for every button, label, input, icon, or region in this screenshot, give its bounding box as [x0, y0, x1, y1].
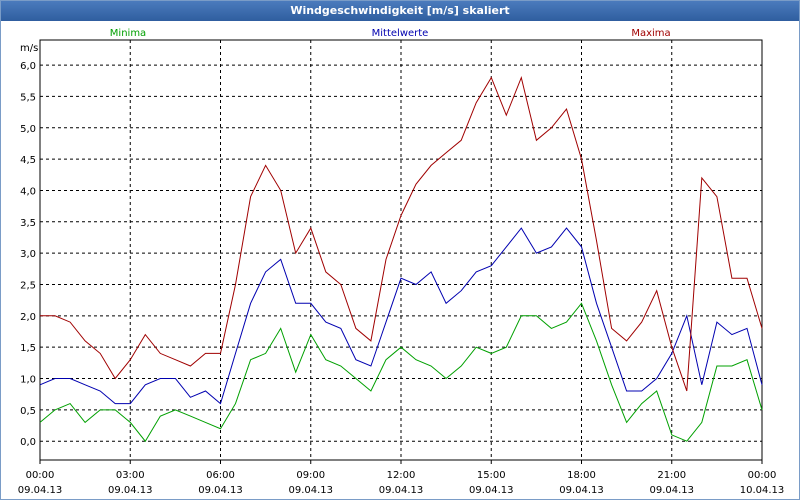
legend-minima: Minima	[110, 28, 146, 39]
x-tick-date: 09.04.13	[108, 485, 153, 496]
x-tick-time: 06:00	[206, 470, 235, 481]
y-tick-label: 1,5	[20, 343, 36, 354]
y-tick-label: 2,5	[20, 280, 36, 291]
y-axis-label: m/s	[20, 43, 38, 54]
y-tick-label: 6,0	[20, 61, 36, 72]
x-tick-time: 03:00	[116, 470, 145, 481]
x-tick-date: 09.04.13	[379, 485, 424, 496]
y-tick-label: 0,5	[20, 406, 36, 417]
x-tick-time: 09:00	[296, 470, 325, 481]
x-tick-time: 12:00	[387, 470, 416, 481]
x-tick-time: 00:00	[26, 470, 55, 481]
y-tick-label: 3,0	[20, 249, 36, 260]
x-tick-time: 15:00	[477, 470, 506, 481]
legend-maxima: Maxima	[631, 28, 670, 39]
y-tick-label: 1,0	[20, 375, 36, 386]
grid-lines	[40, 40, 762, 460]
y-tick-label: 2,0	[20, 312, 36, 323]
x-tick-date: 09.04.13	[198, 485, 243, 496]
x-tick-date: 10.04.13	[740, 485, 785, 496]
x-tick-date: 09.04.13	[649, 485, 694, 496]
x-tick-date: 09.04.13	[559, 485, 604, 496]
wind-speed-chart: 0,0 0,5 1,0 1,5 2,0 2,5 3,0 3,5 4,0 4,5 5,0 5,5 6,0 0…	[18, 28, 785, 496]
x-tick-time: 00:00	[748, 470, 777, 481]
x-tick-time: 21:00	[657, 470, 686, 481]
x-tick-time: 18:00	[567, 470, 596, 481]
x-tick-date: 09.04.13	[469, 485, 514, 496]
y-tick-label: 3,5	[20, 218, 36, 229]
y-tick-label: 4,5	[20, 155, 36, 166]
x-tick-date: 09.04.13	[288, 485, 333, 496]
y-tick-label: 5,5	[20, 92, 36, 103]
y-tick-label: 4,0	[20, 186, 36, 197]
legend-mittelwerte: Mittelwerte	[372, 28, 429, 39]
x-tick-date: 09.04.13	[18, 485, 63, 496]
y-tick-label: 0,0	[20, 437, 36, 448]
y-tick-label: 5,0	[20, 124, 36, 135]
